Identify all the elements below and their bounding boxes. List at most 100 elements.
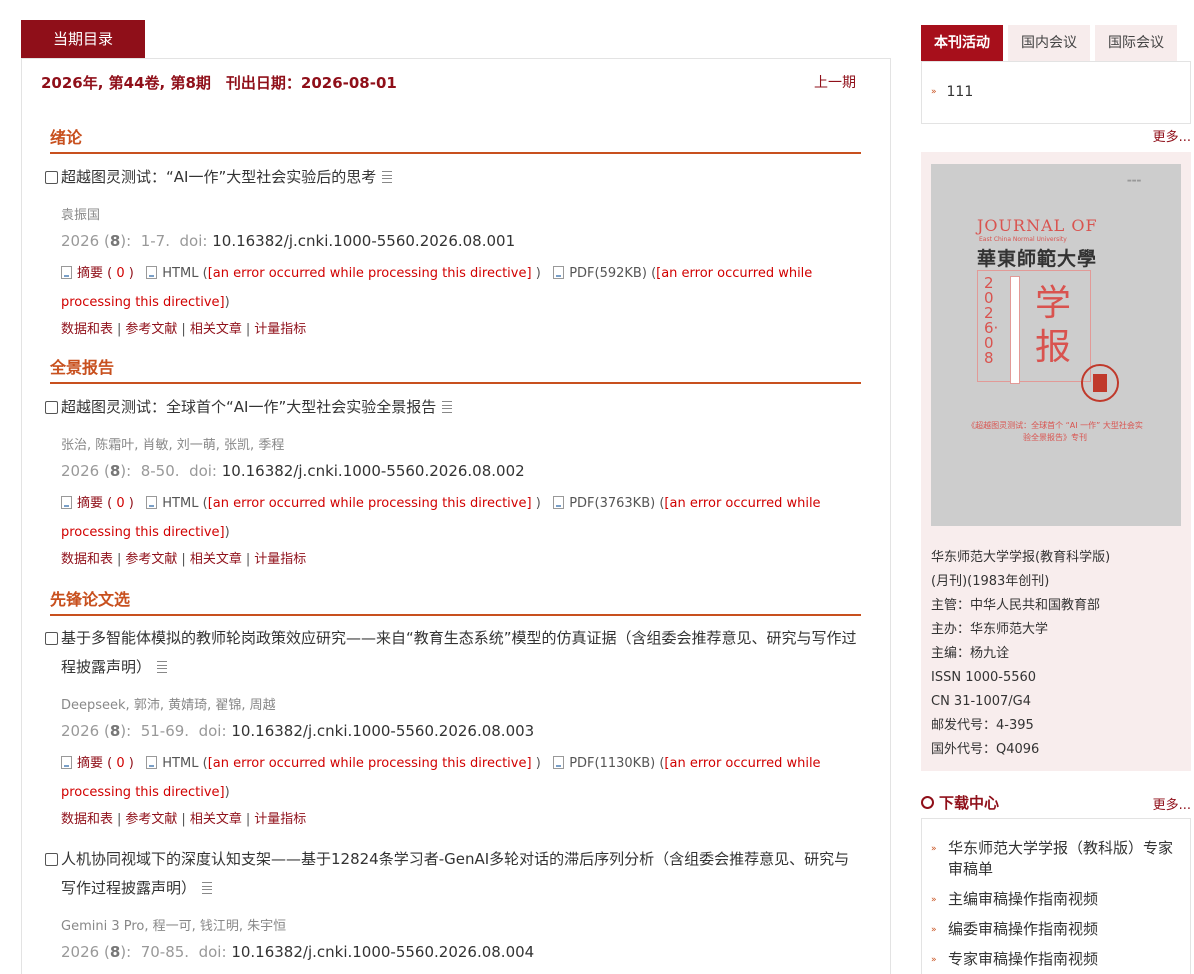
cover-decoration: ▬▬▬ (1127, 178, 1142, 184)
article-item: 超越图灵测试：全球首个“AI一作”大型社会实验全景报告 张治, 陈霜叶, 肖敏,… (43, 393, 863, 567)
download-more-link[interactable]: 更多... (1153, 794, 1191, 813)
list-item[interactable]: » 华东师范大学学报（教科版）专家审稿单 (931, 838, 1186, 880)
html-link[interactable]: HTML (162, 266, 198, 281)
activities-more-link[interactable]: 更多... (1153, 126, 1191, 145)
html-link[interactable]: HTML (162, 496, 198, 511)
references-link[interactable]: 参考文献 (125, 552, 177, 567)
article-title[interactable]: 超越图灵测试：“AI一作”大型社会实验后的思考 (43, 163, 863, 192)
article-checkbox[interactable] (45, 171, 58, 184)
tab-journal-activities[interactable]: 本刊活动 (921, 25, 1003, 61)
article-citation: 2026 (8): 1-7. doi: 10.16382/j.cnki.1000… (61, 232, 516, 250)
html-icon (146, 756, 158, 769)
journal-cover-image[interactable]: ▬▬▬ JOURNAL OF East China Normal Univers… (931, 164, 1181, 526)
abstract-icon (61, 756, 72, 769)
article-tools: 数据和表 | 参考文献 | 相关文章 | 计量指标 (61, 552, 307, 567)
article-doi[interactable]: 10.16382/j.cnki.1000-5560.2026.08.004 (231, 943, 534, 961)
related-articles-link[interactable]: 相关文章 (190, 812, 242, 827)
cover-year-issue: 2026·08 (984, 274, 999, 367)
pdf-link[interactable]: PDF(1130KB) (569, 756, 655, 771)
abstract-link[interactable]: 摘要 (77, 756, 103, 771)
issue-header: 2026年, 第44卷, 第8期 刊出日期：2026-08-01 上一期 (41, 72, 856, 96)
article-item: 基于多智能体模拟的教师轮岗政策效应研究——来自“教育生态系统”模型的仿真证据（含… (43, 624, 863, 827)
data-tables-link[interactable]: 数据和表 (61, 552, 113, 567)
abstract-link[interactable]: 摘要 (77, 496, 103, 511)
metrics-link[interactable]: 计量指标 (254, 552, 306, 567)
section-title: 先锋论文选 (50, 586, 861, 616)
note-icon[interactable] (442, 401, 453, 413)
cover-journal-name: 華東師範大學 (977, 248, 1098, 270)
article-title-text[interactable]: 人机协同视域下的深度认知支架——基于12824条学习者-GenAI多轮对话的滞后… (61, 850, 849, 897)
bullet-icon: » (931, 87, 937, 97)
bullet-icon: » (931, 895, 937, 905)
tab-current-issue[interactable]: 当期目录 (21, 20, 145, 58)
article-tools: 数据和表 | 参考文献 | 相关文章 | 计量指标 (61, 812, 307, 827)
article-title[interactable]: 人机协同视域下的深度认知支架——基于12824条学习者-GenAI多轮对话的滞后… (43, 845, 863, 903)
abstract-link[interactable]: 摘要 (77, 266, 103, 281)
article-links: 摘要 ( 0 ) HTML ([an error occurred while … (61, 496, 821, 540)
journal-info: 华东师范大学学报(教育科学版) (月刊)(1983年创刊) 主管：中华人民共和国… (931, 550, 1111, 757)
pdf-icon (553, 496, 565, 509)
related-articles-link[interactable]: 相关文章 (190, 322, 242, 337)
pdf-link[interactable]: PDF(592KB) (569, 266, 647, 281)
list-item[interactable]: » 111 (931, 84, 973, 100)
cover-caption: 《超越图灵测试：全球首个 “AI 一作” 大型社会实验全景报告》专刊 (967, 421, 1143, 442)
article-title-text[interactable]: 超越图灵测试：全球首个“AI一作”大型社会实验全景报告 (61, 398, 436, 416)
article-links: 摘要 ( 0 ) HTML ([an error occurred while … (61, 756, 821, 800)
abstract-icon (61, 496, 72, 509)
note-icon[interactable] (382, 171, 393, 183)
activity-tabs: 本刊活动 国内会议 国际会议 (921, 25, 1191, 61)
data-tables-link[interactable]: 数据和表 (61, 322, 113, 337)
data-tables-link[interactable]: 数据和表 (61, 812, 113, 827)
pdf-icon (553, 266, 565, 279)
article-doi[interactable]: 10.16382/j.cnki.1000-5560.2026.08.002 (222, 462, 525, 480)
article-checkbox[interactable] (45, 401, 58, 414)
html-link[interactable]: HTML (162, 756, 198, 771)
issue-info: 2026年, 第44卷, 第8期 刊出日期：2026-08-01 (41, 74, 397, 92)
bullet-icon: » (931, 844, 937, 854)
note-icon[interactable] (202, 882, 213, 894)
tab-international-conferences[interactable]: 国际会议 (1095, 25, 1177, 61)
abstract-icon (61, 266, 72, 279)
article-title-text[interactable]: 基于多智能体模拟的教师轮岗政策效应研究——来自“教育生态系统”模型的仿真证据（含… (61, 629, 857, 676)
cover-bar (1010, 276, 1020, 384)
cover-subtitle: East China Normal University (979, 236, 1067, 243)
list-item[interactable]: » 主编审稿操作指南视频 (931, 889, 1186, 910)
download-center-title: 下载中心 (921, 792, 999, 813)
university-seal-icon (1081, 364, 1119, 402)
article-doi[interactable]: 10.16382/j.cnki.1000-5560.2026.08.001 (212, 232, 515, 250)
article-citation: 2026 (8): 70-85. doi: 10.16382/j.cnki.10… (61, 943, 535, 961)
list-item[interactable]: » 编委审稿操作指南视频 (931, 919, 1186, 940)
related-articles-link[interactable]: 相关文章 (190, 552, 242, 567)
pdf-link[interactable]: PDF(3763KB) (569, 496, 655, 511)
list-item[interactable]: » 专家审稿操作指南视频 (931, 949, 1186, 970)
article-title[interactable]: 超越图灵测试：全球首个“AI一作”大型社会实验全景报告 (43, 393, 863, 422)
article-authors: Deepseek, 郭沛, 黄婧琦, 翟锦, 周越 (61, 698, 276, 713)
download-list: » 华东师范大学学报（教科版）专家审稿单 » 主编审稿操作指南视频 » 编委审稿操作指… (921, 818, 1191, 974)
cover-xuebao: 学报 (1035, 283, 1072, 368)
article-checkbox[interactable] (45, 632, 58, 645)
cover-journal-of: JOURNAL OF (977, 216, 1098, 235)
article-authors: 张治, 陈霜叶, 肖敏, 刘一萌, 张凯, 季程 (61, 438, 285, 453)
article-doi[interactable]: 10.16382/j.cnki.1000-5560.2026.08.003 (231, 722, 534, 740)
bullet-icon: » (931, 955, 937, 965)
references-link[interactable]: 参考文献 (125, 812, 177, 827)
references-link[interactable]: 参考文献 (125, 322, 177, 337)
metrics-link[interactable]: 计量指标 (254, 322, 306, 337)
metrics-link[interactable]: 计量指标 (254, 812, 306, 827)
html-icon (146, 266, 158, 279)
article-authors: Gemini 3 Pro, 程一可, 钱江明, 朱宇恒 (61, 919, 287, 934)
html-icon (146, 496, 158, 509)
article-checkbox[interactable] (45, 853, 58, 866)
bullet-icon: » (931, 925, 937, 935)
article-authors: 袁振国 (61, 208, 101, 223)
article-tools: 数据和表 | 参考文献 | 相关文章 | 计量指标 (61, 322, 307, 337)
article-citation: 2026 (8): 51-69. doi: 10.16382/j.cnki.10… (61, 722, 535, 740)
download-icon (921, 796, 934, 809)
article-citation: 2026 (8): 8-50. doi: 10.16382/j.cnki.100… (61, 462, 525, 480)
download-center-header: 下载中心 更多... (921, 792, 1191, 816)
note-icon[interactable] (157, 661, 168, 673)
previous-issue-link[interactable]: 上一期 (814, 72, 856, 92)
tab-domestic-conferences[interactable]: 国内会议 (1008, 25, 1090, 61)
article-title[interactable]: 基于多智能体模拟的教师轮岗政策效应研究——来自“教育生态系统”模型的仿真证据（含… (43, 624, 863, 682)
article-title-text[interactable]: 超越图灵测试：“AI一作”大型社会实验后的思考 (61, 168, 376, 186)
